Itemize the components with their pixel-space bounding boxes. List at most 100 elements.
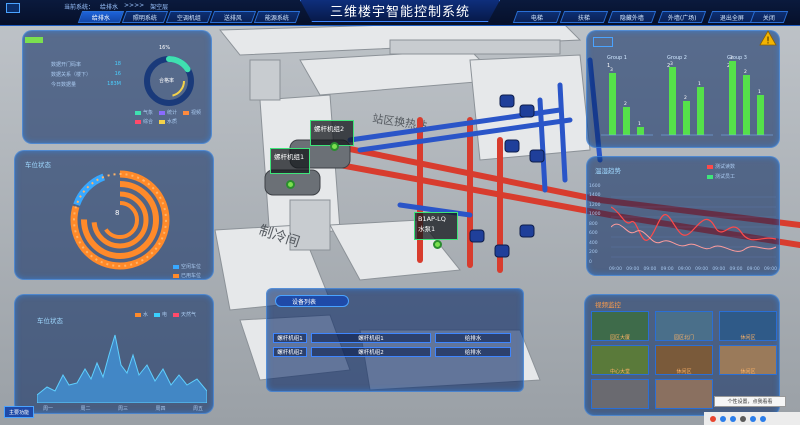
device-row[interactable]: 螺杆机组2 螺杆机组2 给排水 xyxy=(273,347,519,357)
camera-tile[interactable] xyxy=(655,379,713,409)
camera-tile[interactable]: 休闲区 xyxy=(719,345,777,375)
panel-device-list: 设备列表 螺杆机组1 螺杆机组1 给排水 螺杆机组2 螺杆机组2 给排水 xyxy=(266,288,524,392)
legend-swatch xyxy=(173,312,180,317)
camera-tile[interactable]: 中心大堂 xyxy=(591,345,649,375)
nav-tab-label: 电梯 xyxy=(530,14,543,22)
energy-legend: 水 电 天然气 xyxy=(135,311,196,318)
nav-tab-left-1[interactable]: 照明系统 xyxy=(121,11,169,23)
svg-text:!: ! xyxy=(766,36,770,47)
trend-legend: 测试读数 测试员工 xyxy=(707,163,735,180)
group-label: Group 1 xyxy=(607,55,627,61)
camera-tile[interactable] xyxy=(591,379,649,409)
nav-tab-left-4[interactable]: 能源系统 xyxy=(253,11,301,23)
x-tick-label: 09:00 xyxy=(660,267,674,272)
legend-item: 综合 xyxy=(135,118,153,125)
camera-tile[interactable]: 休闲区 xyxy=(655,345,713,375)
tray-icon[interactable] xyxy=(710,415,716,422)
x-tick-label: 周二 xyxy=(80,406,91,412)
marker-dot[interactable] xyxy=(330,142,339,151)
breadcrumb-label: 当前系统： xyxy=(64,4,95,11)
marker-dot[interactable] xyxy=(433,240,442,249)
scene-marker-pump[interactable]: B1AP-LQ 水泵1 xyxy=(414,212,458,240)
bar xyxy=(669,67,676,135)
warning-icon[interactable]: ! xyxy=(759,30,777,46)
bar xyxy=(729,61,736,135)
device-cell: 螺杆机组2 xyxy=(273,347,307,357)
bar-label: 3 xyxy=(610,67,613,73)
tray-icon[interactable] xyxy=(730,415,736,422)
nav-tab-label: 能源系统 xyxy=(264,14,289,22)
trend-x-axis: 09:00 09:00 09:00 09:00 09:00 09:00 09:00 09:00… xyxy=(609,267,777,272)
camera-tile[interactable]: 休闲区 xyxy=(719,311,777,341)
trend-line-chart xyxy=(611,196,776,258)
summary-row-label: 今日数据量 xyxy=(51,82,77,88)
scene-marker-machine1[interactable]: 螺杆机组1 xyxy=(270,148,310,174)
app-title: 三维楼宇智能控制系统 xyxy=(329,5,470,20)
scene-marker-label: 水泵1 xyxy=(418,225,436,233)
nav-tab-left-0[interactable]: 给排水 xyxy=(77,11,125,23)
legend-item: 水 xyxy=(135,311,148,318)
bar-label: 1 xyxy=(638,121,641,127)
x-tick-label: 09:00 xyxy=(609,267,622,272)
y-tick-label: 1000 xyxy=(589,212,601,218)
tray-icon[interactable] xyxy=(760,415,766,422)
x-tick-label: 周五 xyxy=(192,406,203,412)
device-cell-text: 螺杆机组1 xyxy=(277,336,303,342)
camera-tile[interactable]: 园区北门 xyxy=(655,311,713,341)
nav-tab-right-4[interactable]: 退出全屏 xyxy=(707,11,757,23)
y-tick-label: 800 xyxy=(589,221,598,227)
bar-label: 1 xyxy=(698,81,701,87)
legend-swatch xyxy=(159,119,166,124)
y-tick-label: 600 xyxy=(589,231,598,237)
nav-tab-label: 扶梯 xyxy=(577,14,590,22)
device-cell-text: 给排水 xyxy=(464,350,482,356)
device-cell: 螺杆机组2 xyxy=(311,347,431,357)
bar xyxy=(743,75,750,135)
legend-item: 测试员工 xyxy=(707,173,735,180)
x-tick-label: 09:00 xyxy=(643,267,657,272)
tray-icon[interactable] xyxy=(750,415,756,422)
settings-tooltip[interactable]: 个性设置，点我看看 xyxy=(714,396,786,407)
device-cell: 螺杆机组1 xyxy=(311,333,431,343)
legend-swatch xyxy=(707,174,713,179)
bar-label: 3 xyxy=(670,61,673,67)
nav-tab-right-1[interactable]: 扶梯 xyxy=(559,11,609,23)
legend-item: 统计 xyxy=(159,109,177,116)
parking-radial-chart xyxy=(70,170,170,270)
bar xyxy=(609,73,616,135)
top-bar: 当前系统： 给排水 >>>> 架空层 给排水 照明系统 空调机组 送排风 能源系统 三维… xyxy=(0,0,800,26)
legend-swatch xyxy=(135,110,141,115)
energy-x-axis: 周一 周二 周三 周四 周五 xyxy=(43,405,203,412)
tray-icon[interactable] xyxy=(720,415,726,422)
legend-label: 视频 xyxy=(191,110,202,116)
nav-tab-right-3[interactable]: 外墙(广场) xyxy=(657,11,707,23)
x-tick-label: 09:00 xyxy=(626,267,640,272)
radial-center-value: 8 xyxy=(115,209,120,217)
legend-item: 电 xyxy=(154,311,167,318)
nav-tab-right-0[interactable]: 电梯 xyxy=(512,11,562,23)
tray-icon[interactable] xyxy=(740,415,746,422)
marker-dot[interactable] xyxy=(286,180,295,189)
camera-label: 园区大厦 xyxy=(609,335,630,341)
device-row[interactable]: 螺杆机组1 螺杆机组1 给排水 xyxy=(273,333,519,343)
bar-label: 1 xyxy=(758,89,761,95)
nav-tab-left-3[interactable]: 送排风 xyxy=(209,11,257,23)
device-cell-text: 给排水 xyxy=(464,336,482,342)
camera-grid: 园区大厦 园区北门 休闲区 中心大堂 休闲区 休闲区 xyxy=(591,311,777,409)
legend-swatch xyxy=(173,264,179,269)
main-function-button[interactable]: 主要功能 xyxy=(4,406,34,418)
legend-label: 水 xyxy=(143,312,149,318)
legend-item: 测试读数 xyxy=(707,163,735,170)
device-cell-text: 螺杆机组2 xyxy=(358,350,384,356)
camera-tile[interactable]: 园区大厦 xyxy=(591,311,649,341)
x-tick-label: 09:00 xyxy=(712,267,726,272)
nav-tab-left-2[interactable]: 空调机组 xyxy=(165,11,213,23)
bar-label: 2 xyxy=(624,101,627,107)
nav-tab-right-5[interactable]: 关闭 xyxy=(749,11,789,23)
bar xyxy=(637,127,644,135)
nav-tab-right-2[interactable]: 隐藏外墙 xyxy=(607,11,657,23)
legend-item: 水质 xyxy=(159,118,177,125)
donut-pct: 16% xyxy=(159,45,171,51)
panel-energy-trend: 车位状态 水 电 天然气 周一 周二 周三 周四 周五 xyxy=(14,294,214,414)
panel-title: 车位状态 xyxy=(25,161,51,169)
